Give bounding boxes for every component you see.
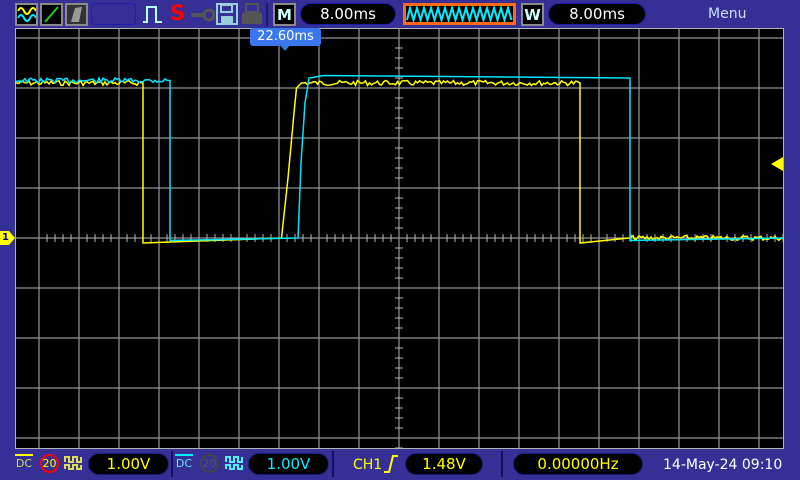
ch1-probe-icon[interactable] (64, 455, 84, 475)
trigger-position-marker[interactable] (280, 45, 290, 51)
empty-slot (91, 3, 136, 25)
ch2-bw-limit[interactable]: 20 (200, 454, 219, 473)
menu-button[interactable]: Menu (708, 6, 746, 22)
main-timebase-value[interactable]: 8.00ms (300, 3, 396, 25)
dual-wave-icon[interactable] (15, 3, 38, 26)
datetime: 14-May-24 09:10 (663, 457, 783, 473)
trigger-level-marker[interactable] (771, 157, 783, 171)
window-timebase-badge[interactable]: W (521, 3, 544, 26)
waveform-display (15, 28, 784, 449)
ch1-ground-marker[interactable]: 1 (0, 231, 15, 245)
printer-icon[interactable] (241, 3, 263, 29)
ch1-volts-div[interactable]: 1.00V (88, 453, 169, 475)
window-wave-icon[interactable] (403, 3, 516, 25)
pulse-icon[interactable] (142, 4, 164, 28)
main-timebase-badge[interactable]: M (273, 3, 296, 26)
key-icon[interactable] (190, 7, 216, 26)
persistence-icon[interactable] (65, 3, 88, 26)
save-s-icon[interactable]: S (170, 1, 185, 25)
ch2-coupling[interactable]: DC (175, 454, 193, 470)
ch1-coupling[interactable]: DC (15, 454, 33, 470)
rising-edge-icon[interactable] (383, 454, 399, 478)
ch1-bw-limit[interactable]: 20 (40, 454, 59, 473)
trigger-source[interactable]: CH1 (353, 457, 382, 473)
ch2-volts-div[interactable]: 1.00V (248, 453, 329, 475)
window-timebase-value[interactable]: 8.00ms (548, 3, 646, 25)
trigger-level[interactable]: 1.48V (405, 453, 483, 475)
trigger-position-label: 22.60ms (250, 28, 321, 46)
floppy-icon[interactable] (216, 3, 238, 29)
ch2-probe-icon[interactable] (225, 455, 245, 475)
frequency-readout: 0.00000Hz (513, 453, 643, 475)
line-icon[interactable] (40, 3, 63, 26)
